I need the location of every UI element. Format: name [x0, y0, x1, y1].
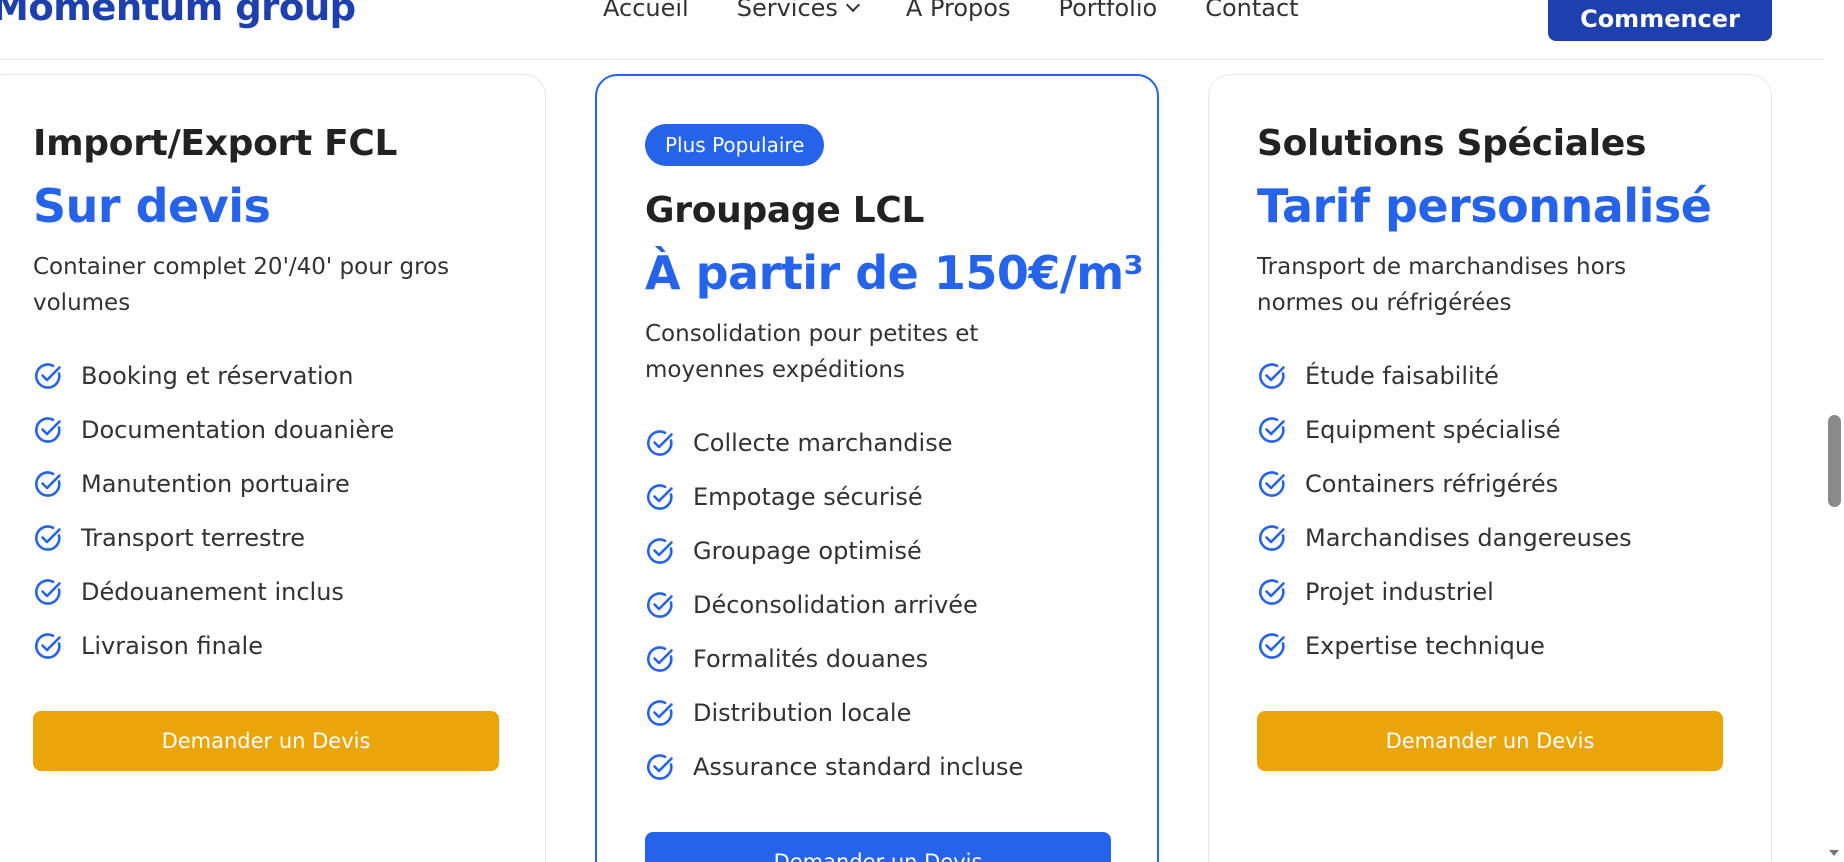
popular-badge: Plus Populaire — [645, 124, 825, 166]
feature-item: Equipment spécialisé — [1257, 403, 1632, 457]
nav-item-contact[interactable]: Contact — [1205, 0, 1298, 22]
feature-item: Déconsolidation arrivée — [645, 578, 1023, 632]
nav-label: Portfolio — [1058, 0, 1158, 22]
check-circle-icon — [1259, 363, 1285, 389]
card-title: Groupage LCL — [645, 190, 925, 231]
feature-label: Expertise technique — [1305, 632, 1545, 660]
pricing-card-special: Solutions Spéciales Tarif personnalisé T… — [1208, 74, 1772, 862]
check-circle-icon — [35, 471, 61, 497]
feature-item: Marchandises dangereuses — [1257, 511, 1632, 565]
feature-item: Groupage optimisé — [645, 524, 1023, 578]
feature-label: Assurance standard incluse — [693, 753, 1024, 781]
feature-label: Manutention portuaire — [81, 470, 350, 498]
feature-label: Booking et réservation — [81, 362, 354, 390]
nav-label: Contact — [1205, 0, 1299, 22]
feature-label: Livraison finale — [81, 632, 263, 660]
site-logo[interactable]: Momentum group — [0, 0, 356, 29]
request-quote-button[interactable]: Demander un Devis — [645, 832, 1111, 862]
feature-label: Documentation douanière — [81, 416, 395, 444]
feature-label: Transport terrestre — [81, 524, 305, 552]
card-description: Consolidation pour petites et moyennes e… — [645, 321, 979, 383]
check-circle-icon — [35, 633, 61, 659]
nav-label: Services — [736, 0, 838, 22]
request-quote-button[interactable]: Demander un Devis — [1257, 711, 1723, 771]
feature-label: Empotage sécurisé — [693, 483, 923, 511]
check-circle-icon — [1259, 471, 1285, 497]
card-description: Transport de marchandises hors normes ou… — [1257, 254, 1627, 316]
nav-label: Accueil — [603, 0, 689, 22]
feature-item: Étude faisabilité — [1257, 349, 1632, 403]
card-price: Sur devis — [33, 179, 271, 233]
feature-label: Collecte marchandise — [693, 429, 953, 457]
check-circle-icon — [647, 538, 673, 564]
feature-label: Equipment spécialisé — [1305, 416, 1561, 444]
feature-list: Collecte marchandise Empotage sécurisé G… — [645, 416, 1023, 794]
pricing-card-lcl: Plus Populaire Groupage LCL À partir de … — [595, 74, 1159, 862]
feature-label: Containers réfrigérés — [1305, 470, 1559, 498]
request-quote-button[interactable]: Demander un Devis — [33, 711, 499, 771]
check-circle-icon — [647, 754, 673, 780]
chevron-down-icon — [845, 0, 860, 13]
feature-item: Assurance standard incluse — [645, 740, 1023, 794]
card-title: Solutions Spéciales — [1257, 123, 1647, 164]
check-circle-icon — [1259, 579, 1285, 605]
feature-label: Dédouanement inclus — [81, 578, 344, 606]
feature-item: Booking et réservation — [33, 349, 394, 403]
feature-label: Formalités douanes — [693, 645, 929, 673]
commencer-button[interactable]: Commencer — [1548, 0, 1772, 41]
feature-label: Étude faisabilité — [1305, 362, 1499, 390]
feature-label: Déconsolidation arrivée — [693, 591, 978, 619]
card-price: À partir de 150€/m³ — [645, 246, 1144, 300]
feature-item: Dédouanement inclus — [33, 565, 394, 619]
feature-item: Expertise technique — [1257, 619, 1632, 673]
check-circle-icon — [1259, 417, 1285, 443]
feature-label: Marchandises dangereuses — [1305, 524, 1632, 552]
nav-item-accueil[interactable]: Accueil — [603, 0, 689, 22]
feature-list: Booking et réservation Documentation dou… — [33, 349, 394, 673]
feature-item: Containers réfrigérés — [1257, 457, 1632, 511]
card-price: Tarif personnalisé — [1257, 179, 1712, 233]
page-scrollbar[interactable] — [1824, 0, 1844, 862]
feature-item: Livraison finale — [33, 619, 394, 673]
card-title: Import/Export FCL — [33, 123, 398, 164]
feature-label: Distribution locale — [693, 699, 912, 727]
check-circle-icon — [647, 592, 673, 618]
check-circle-icon — [1259, 525, 1285, 551]
scroll-down-arrow-icon[interactable] — [1829, 850, 1839, 856]
check-circle-icon — [35, 579, 61, 605]
feature-item: Empotage sécurisé — [645, 470, 1023, 524]
check-circle-icon — [35, 525, 61, 551]
feature-item: Collecte marchandise — [645, 416, 1023, 470]
feature-item: Transport terrestre — [33, 511, 394, 565]
nav-item-a-propos[interactable]: A Propos — [906, 0, 1011, 22]
feature-label: Groupage optimisé — [693, 537, 922, 565]
nav-item-portfolio[interactable]: Portfolio — [1058, 0, 1157, 22]
feature-item: Projet industriel — [1257, 565, 1632, 619]
feature-item: Distribution locale — [645, 686, 1023, 740]
feature-list: Étude faisabilité Equipment spécialisé C… — [1257, 349, 1632, 673]
check-circle-icon — [1259, 633, 1285, 659]
pricing-card-fcl: Import/Export FCL Sur devis Container co… — [0, 74, 546, 862]
nav-item-services[interactable]: Services — [736, 0, 860, 22]
site-header: Momentum group Accueil Services A Propos… — [0, 0, 1824, 60]
card-description: Container complet 20'/40' pour gros volu… — [33, 254, 450, 316]
check-circle-icon — [35, 363, 61, 389]
main-nav: Accueil Services A Propos Portfolio Cont… — [603, 0, 1347, 22]
check-circle-icon — [647, 646, 673, 672]
feature-item: Manutention portuaire — [33, 457, 394, 511]
check-circle-icon — [647, 484, 673, 510]
scrollbar-thumb[interactable] — [1828, 415, 1841, 507]
nav-label: A Propos — [905, 0, 1011, 22]
check-circle-icon — [647, 430, 673, 456]
check-circle-icon — [35, 417, 61, 443]
check-circle-icon — [647, 700, 673, 726]
feature-label: Projet industriel — [1305, 578, 1494, 606]
feature-item: Documentation douanière — [33, 403, 394, 457]
feature-item: Formalités douanes — [645, 632, 1023, 686]
